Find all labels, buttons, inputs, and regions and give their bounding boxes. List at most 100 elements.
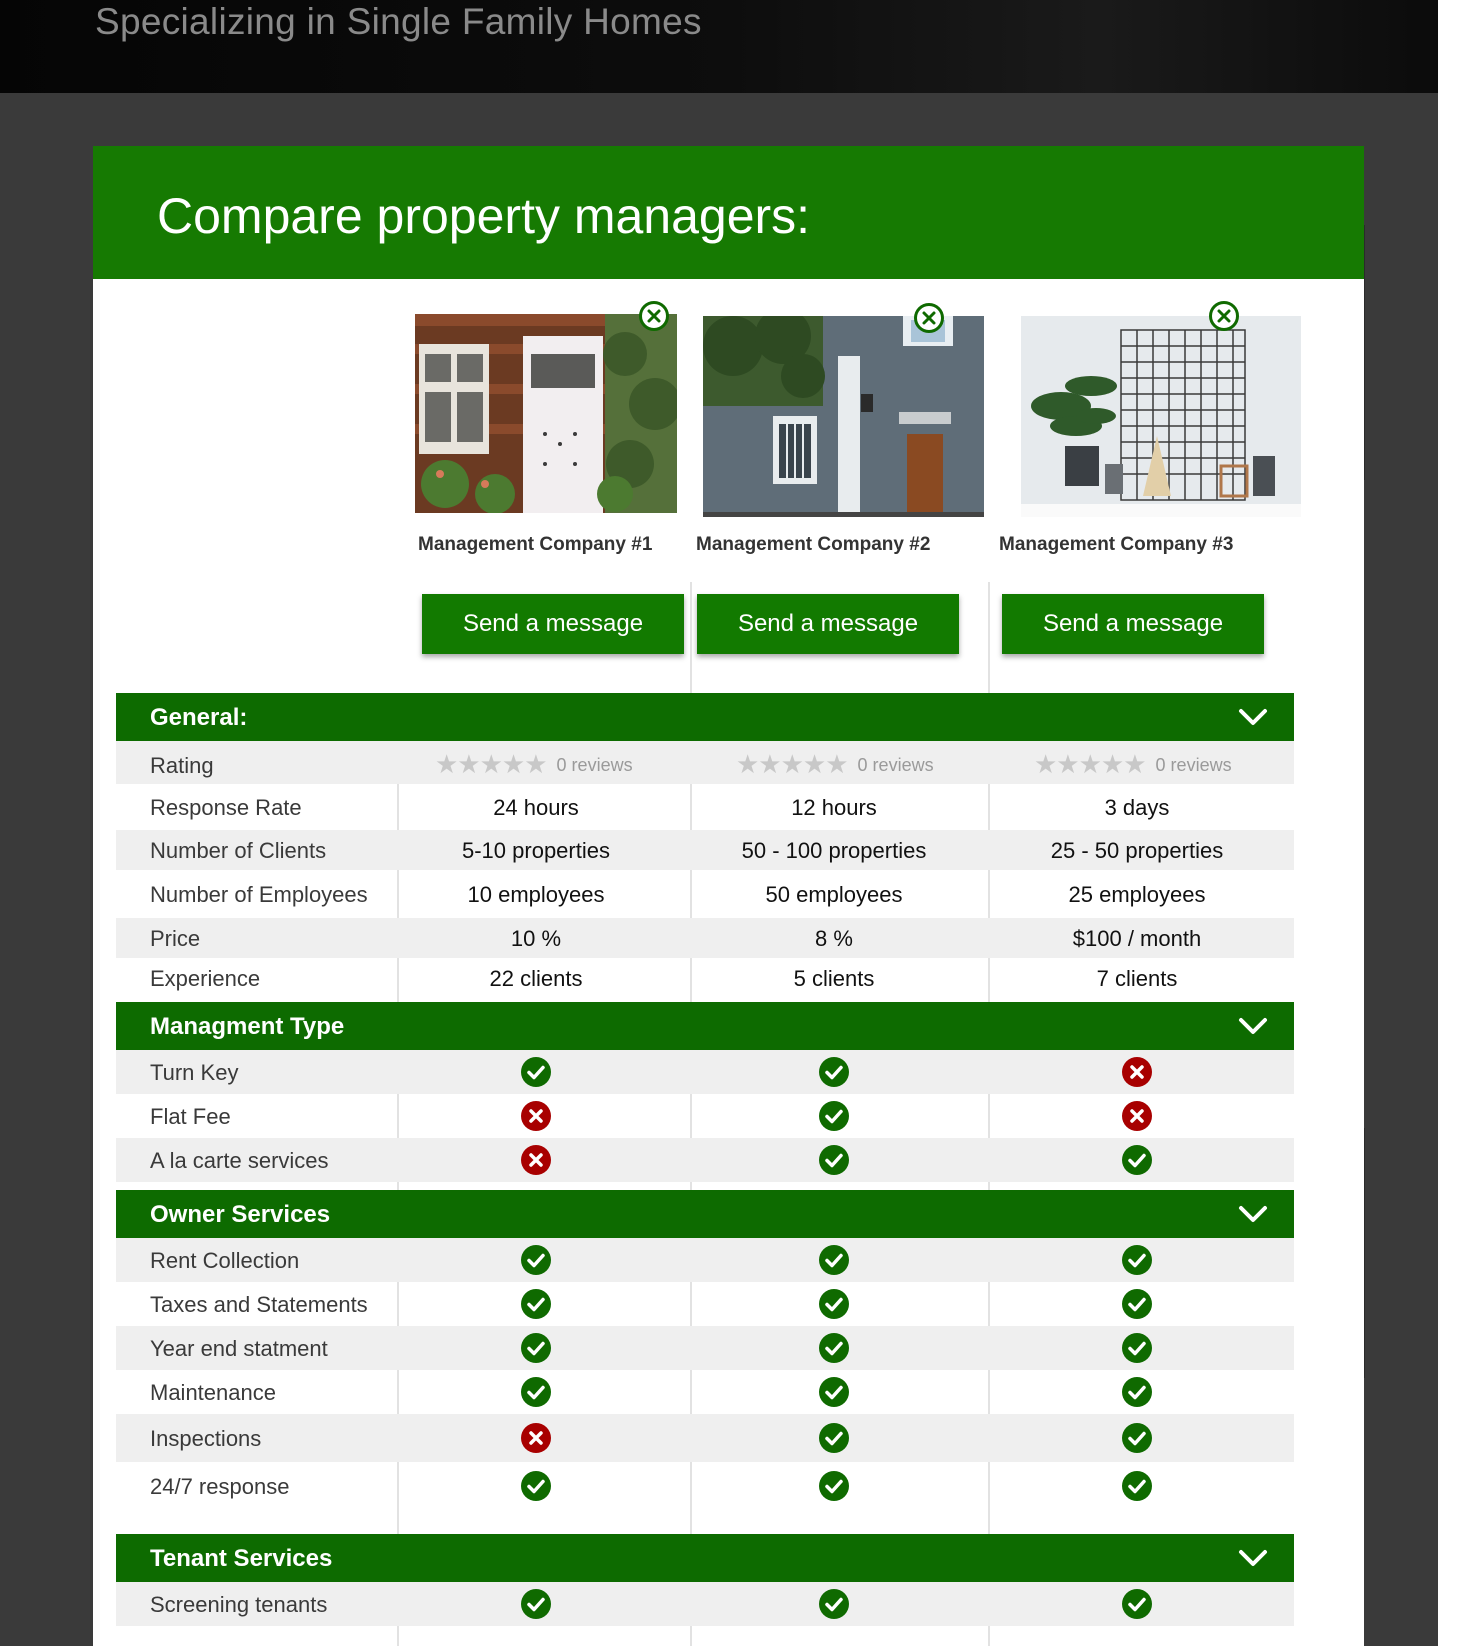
check-circle-icon xyxy=(819,1289,849,1319)
table-cell: 25 employees xyxy=(1068,882,1206,907)
compare-panel: Compare property managers: Management Co… xyxy=(93,146,1364,1646)
section-title: Tenant Services xyxy=(150,1545,333,1572)
row-label: Year end statment xyxy=(150,1336,328,1361)
row-label: A la carte services xyxy=(150,1148,329,1173)
table-row: Screening tenants xyxy=(116,1582,1294,1626)
row-label: Turn Key xyxy=(150,1060,239,1085)
page-right-edge xyxy=(1438,0,1466,1646)
table-row: Taxes and Statements xyxy=(116,1282,1294,1326)
remove-company-2-button[interactable] xyxy=(914,303,944,333)
panel-title: Compare property managers: xyxy=(157,188,811,244)
table-row: Inspections xyxy=(116,1414,1294,1462)
row-label: Maintenance xyxy=(150,1380,276,1405)
table-cell: 10 % xyxy=(510,926,562,951)
company-2-name: Management Company #2 xyxy=(696,534,931,555)
check-circle-icon xyxy=(1122,1589,1152,1619)
table-cell: 12 hours xyxy=(791,795,877,820)
x-circle-icon xyxy=(521,1101,551,1131)
row-label: Taxes and Statements xyxy=(150,1292,368,1317)
row-label: 24/7 response xyxy=(150,1474,290,1499)
section-tenant-services-header[interactable]: Tenant Services xyxy=(116,1534,1294,1582)
table-cell: 50 - 100 properties xyxy=(741,838,927,863)
table-row: A la carte services xyxy=(116,1138,1294,1182)
star-icon: ★★★★★ xyxy=(435,750,548,780)
rating-company-1: ★★★★★ 0 reviews xyxy=(435,750,633,780)
check-circle-icon xyxy=(819,1377,849,1407)
x-circle-icon xyxy=(1122,1057,1152,1087)
check-circle-icon xyxy=(521,1289,551,1319)
section-title: Managment Type xyxy=(150,1013,345,1040)
row-label: Response Rate xyxy=(150,795,302,820)
section-owner-services-header[interactable]: Owner Services xyxy=(116,1190,1294,1238)
check-circle-icon xyxy=(521,1471,551,1501)
row-label: Number of Clients xyxy=(150,838,327,863)
table-row: Turn Key xyxy=(116,1050,1294,1094)
company-3-photo xyxy=(1021,316,1301,517)
row-label: Experience xyxy=(150,966,261,991)
table-cell: 8 % xyxy=(815,926,853,951)
check-circle-icon xyxy=(1122,1289,1152,1319)
rating-company-3: ★★★★★ 0 reviews xyxy=(1034,750,1232,780)
row-label: Rent Collection xyxy=(150,1248,300,1273)
row-label: Flat Fee xyxy=(150,1104,231,1129)
chevron-down-icon xyxy=(1239,709,1267,725)
check-circle-icon xyxy=(1122,1245,1152,1275)
send-message-company-2-button[interactable]: Send a message xyxy=(697,594,959,654)
section-title: Owner Services xyxy=(150,1201,331,1228)
check-circle-icon xyxy=(521,1589,551,1619)
check-circle-icon xyxy=(819,1057,849,1087)
rating-company-2: ★★★★★ 0 reviews xyxy=(736,750,934,780)
row-label: Inspections xyxy=(150,1426,262,1451)
row-label: Rating xyxy=(150,753,214,778)
row-label: Number of Employees xyxy=(150,882,368,907)
row-label: Screening tenants xyxy=(150,1592,328,1617)
check-circle-icon xyxy=(819,1423,849,1453)
table-cell: 25 - 50 properties xyxy=(1050,838,1224,863)
remove-company-1-button[interactable] xyxy=(639,301,669,331)
table-row: Year end statment xyxy=(116,1326,1294,1370)
star-icon: ★★★★★ xyxy=(736,750,849,780)
check-circle-icon xyxy=(819,1245,849,1275)
star-icon: ★★★★★ xyxy=(1034,750,1147,780)
table-cell: 24 hours xyxy=(493,795,579,820)
check-circle-icon xyxy=(819,1333,849,1363)
section-general-header[interactable]: General: xyxy=(116,693,1294,741)
close-icon xyxy=(1217,309,1231,323)
hero-banner: Specializing in Single Family Homes xyxy=(0,0,1466,93)
check-circle-icon xyxy=(1122,1471,1152,1501)
table-cell: 7 clients xyxy=(1096,966,1178,991)
table-row: Flat Fee xyxy=(116,1094,1294,1138)
table-cell: 3 days xyxy=(1104,795,1170,820)
table-cell: 50 employees xyxy=(765,882,903,907)
check-circle-icon xyxy=(521,1057,551,1087)
reviews-count: 0 reviews xyxy=(556,754,633,775)
check-circle-icon xyxy=(819,1145,849,1175)
table-cell: 22 clients xyxy=(489,966,583,991)
table-row: Rent Collection xyxy=(116,1238,1294,1282)
chevron-down-icon xyxy=(1239,1018,1267,1034)
check-circle-icon xyxy=(819,1101,849,1131)
table-cell: 5-10 properties xyxy=(462,838,610,863)
x-circle-icon xyxy=(1122,1101,1152,1131)
table-row: 24/7 response xyxy=(116,1462,1294,1510)
check-circle-icon xyxy=(819,1589,849,1619)
company-3-name: Management Company #3 xyxy=(999,534,1234,555)
table-cell: 10 employees xyxy=(467,882,605,907)
section-management-type-header[interactable]: Managment Type xyxy=(116,1002,1294,1050)
panel-header: Compare property managers: xyxy=(93,146,1364,279)
row-label: Price xyxy=(150,926,201,951)
check-circle-icon xyxy=(819,1471,849,1501)
x-circle-icon xyxy=(521,1145,551,1175)
check-circle-icon xyxy=(521,1377,551,1407)
reviews-count: 0 reviews xyxy=(857,754,934,775)
check-circle-icon xyxy=(1122,1377,1152,1407)
check-circle-icon xyxy=(1122,1423,1152,1453)
table-row: Maintenance xyxy=(116,1370,1294,1414)
remove-company-3-button[interactable] xyxy=(1209,301,1239,331)
table-cell: 5 clients xyxy=(793,966,875,991)
check-circle-icon xyxy=(1122,1145,1152,1175)
send-message-company-1-button[interactable]: Send a message xyxy=(422,594,684,654)
table-cell: $100 / month xyxy=(1072,926,1202,951)
check-circle-icon xyxy=(521,1333,551,1363)
send-message-company-3-button[interactable]: Send a message xyxy=(1002,594,1264,654)
